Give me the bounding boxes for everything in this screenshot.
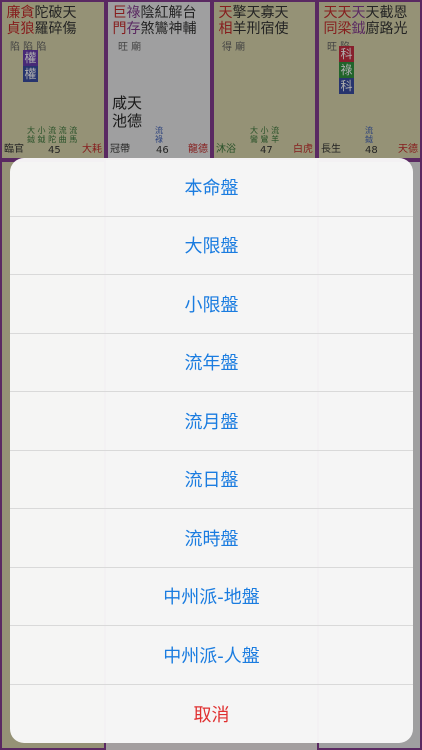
option-hourly-chart[interactable]: 流時盤 bbox=[10, 509, 413, 568]
option-zhongzhou-human-chart[interactable]: 中州派-人盤 bbox=[10, 626, 413, 685]
cancel-button[interactable]: 取消 bbox=[10, 685, 413, 744]
option-zhongzhou-earth-chart[interactable]: 中州派-地盤 bbox=[10, 568, 413, 626]
option-decade-chart[interactable]: 大限盤 bbox=[10, 217, 413, 275]
option-yearly-chart[interactable]: 流年盤 bbox=[10, 334, 413, 392]
chart-type-action-sheet: 本命盤 大限盤 小限盤 流年盤 流月盤 流日盤 流時盤 中州派-地盤 中州派-人… bbox=[10, 158, 413, 743]
option-minor-limit-chart[interactable]: 小限盤 bbox=[10, 275, 413, 334]
option-natal-chart[interactable]: 本命盤 bbox=[10, 158, 413, 217]
option-daily-chart[interactable]: 流日盤 bbox=[10, 451, 413, 509]
option-monthly-chart[interactable]: 流月盤 bbox=[10, 392, 413, 451]
